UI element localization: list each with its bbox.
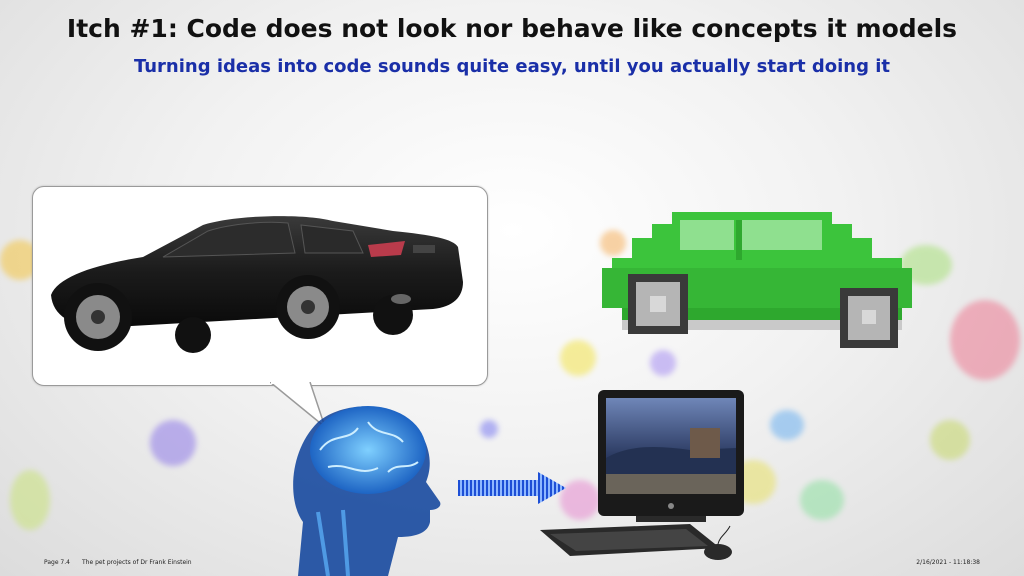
- pixelated-car-image: [602, 212, 912, 348]
- slide-subtitle: Turning ideas into code sounds quite eas…: [133, 56, 891, 77]
- footer-project: The pet projects of Dr Frank Einstein: [82, 559, 192, 566]
- computer-image: [540, 390, 744, 560]
- thought-bubble: [32, 186, 488, 386]
- footer-page: Page 7.4: [44, 559, 70, 566]
- realistic-car-image: [51, 216, 463, 353]
- brain-head-image: [293, 406, 441, 576]
- rear-wheel: [276, 275, 340, 339]
- front-wheel: [64, 283, 132, 351]
- footer-timestamp: 2/16/2021 - 11:18:38: [916, 559, 980, 566]
- slide-title: Itch #1: Code does not look nor behave l…: [66, 14, 958, 43]
